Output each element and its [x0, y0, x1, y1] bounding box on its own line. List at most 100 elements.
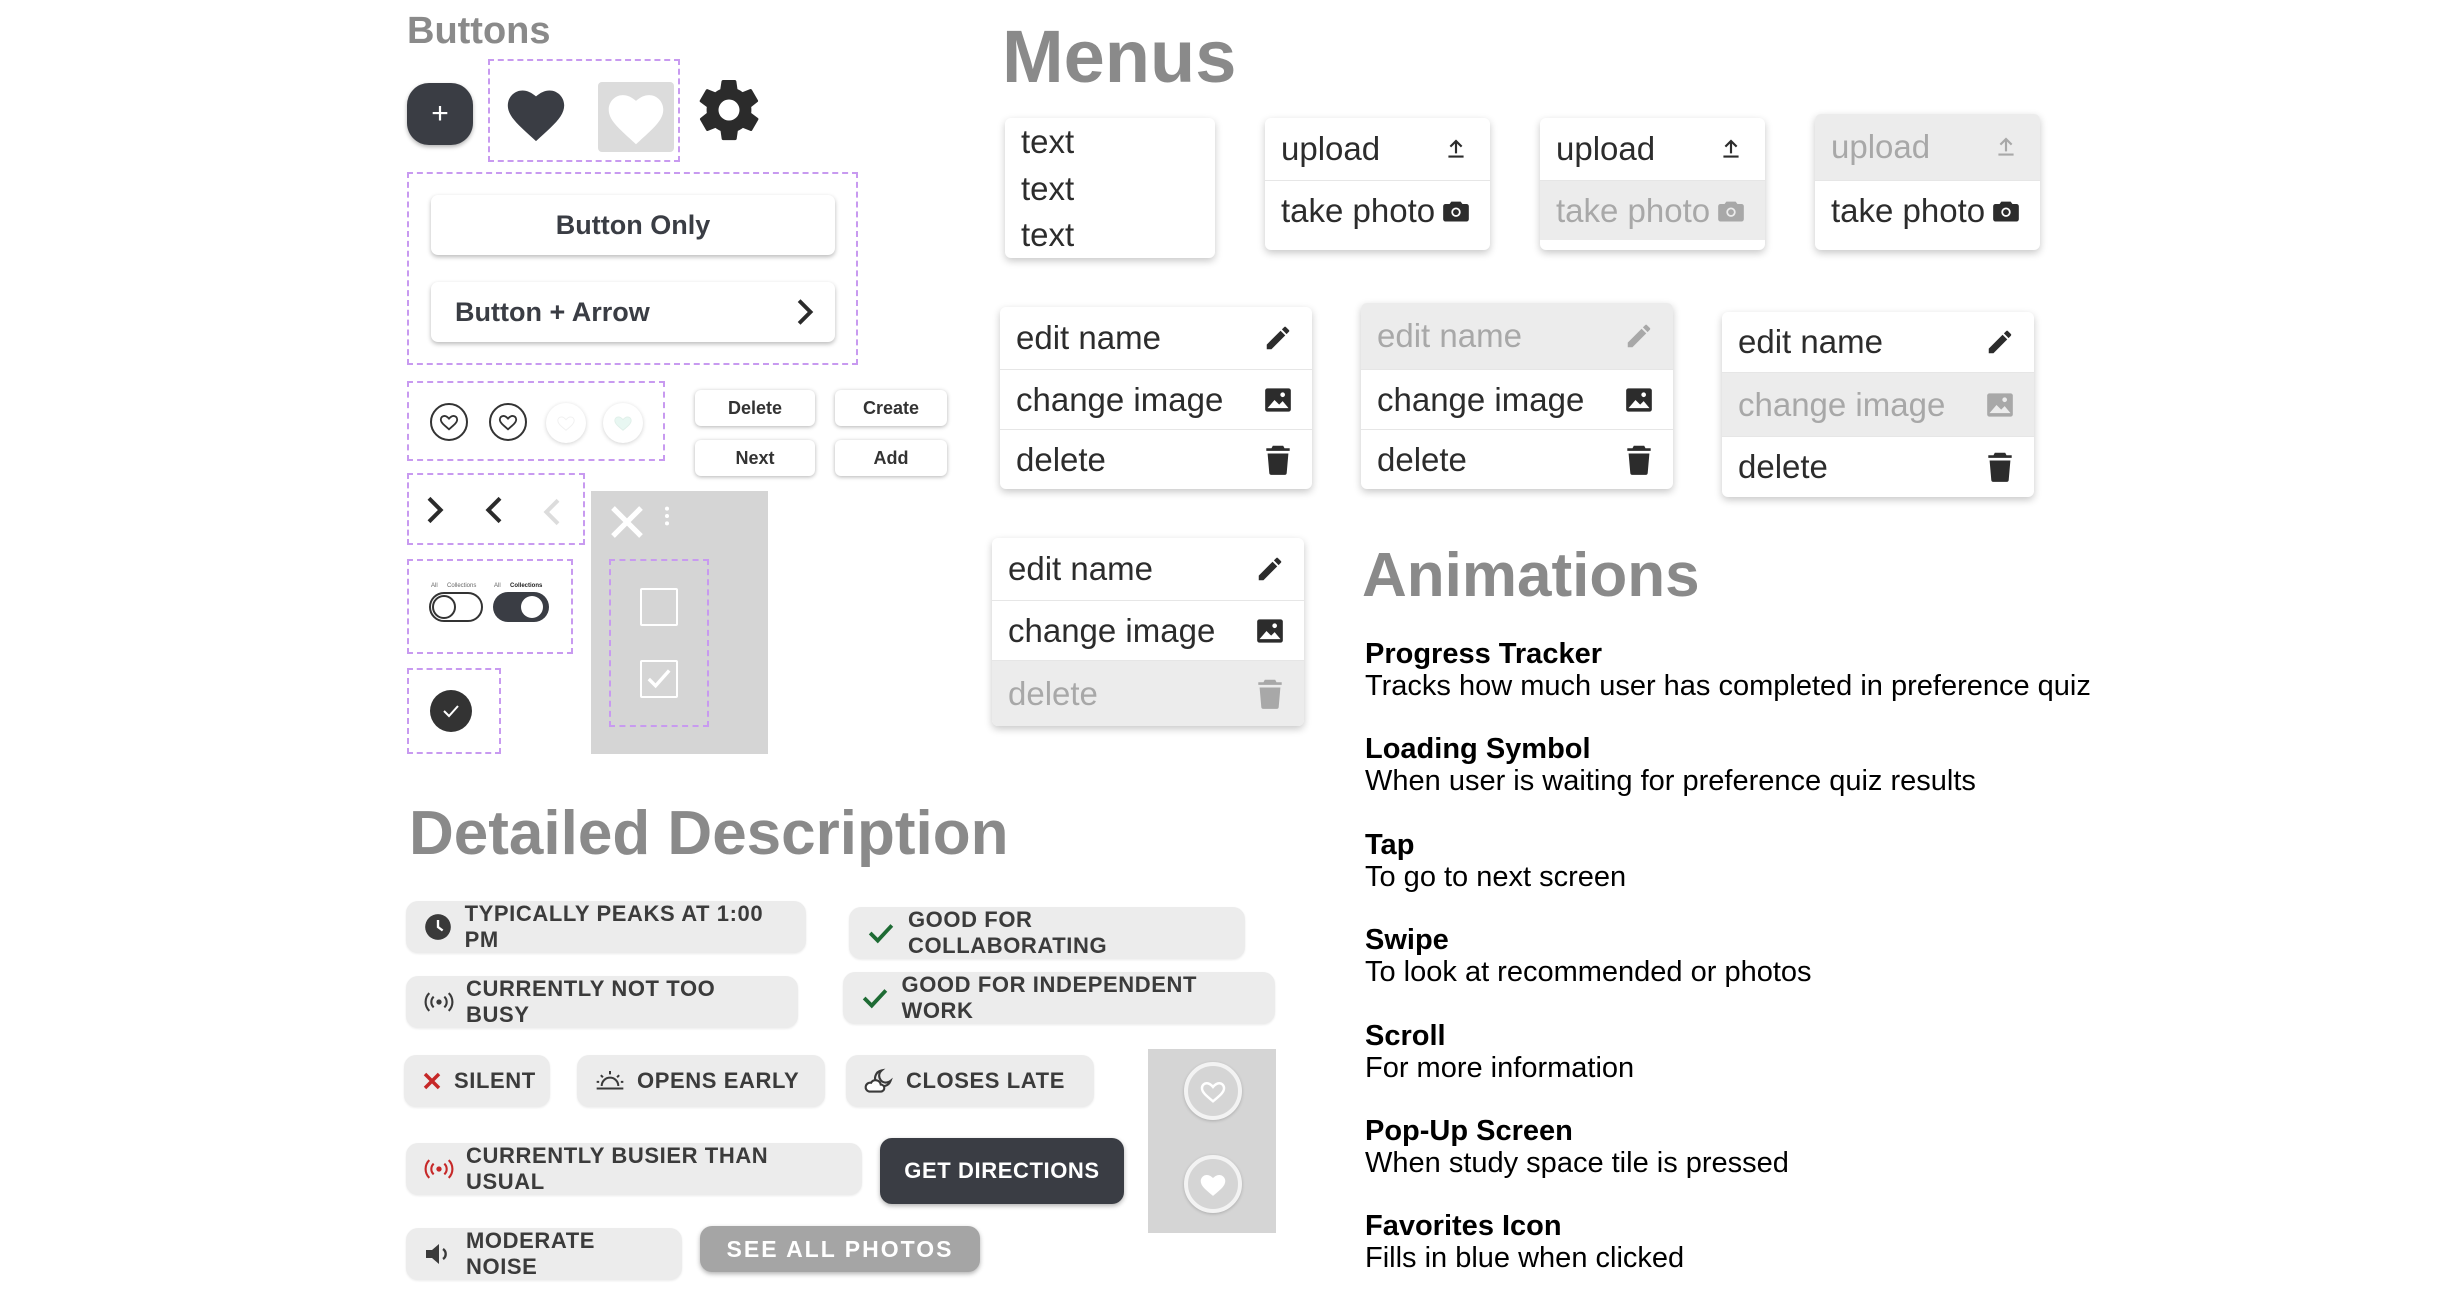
- close-icon[interactable]: [607, 502, 647, 542]
- change-image-item[interactable]: change image: [1722, 372, 2034, 436]
- upload-label: upload: [1831, 128, 1931, 165]
- button-arrow-label: Button + Arrow: [455, 296, 650, 327]
- checkbox-group: [609, 559, 709, 727]
- delete-button[interactable]: Delete: [695, 390, 815, 426]
- edit-name-item[interactable]: edit name: [1722, 312, 2034, 372]
- delete-item[interactable]: delete: [1722, 436, 2034, 496]
- edit-name-label: edit name: [1738, 323, 1883, 360]
- delete-button-label: Delete: [727, 397, 783, 418]
- menu-item-label: text: [1021, 216, 1075, 253]
- edit-name-item[interactable]: edit name: [992, 538, 1304, 600]
- gear-icon[interactable]: [693, 74, 765, 146]
- add-button[interactable]: Add: [835, 440, 947, 476]
- checkbox-checked[interactable]: [640, 660, 678, 698]
- change-image-item[interactable]: change image: [992, 600, 1304, 660]
- animation-desc: For more information: [1365, 1052, 1635, 1084]
- upload-menu: upload take photo: [1540, 118, 1765, 250]
- edit-name-item[interactable]: edit name: [1000, 307, 1312, 369]
- edit-name-item[interactable]: edit name: [1361, 303, 1673, 369]
- pencil-icon: [1984, 326, 2016, 358]
- camera-icon: [1715, 195, 1747, 227]
- add-fab-button[interactable]: +: [407, 83, 473, 145]
- change-image-label: change image: [1377, 380, 1585, 418]
- sunrise-icon: [595, 1066, 625, 1096]
- menu-item[interactable]: text: [1005, 118, 1215, 166]
- get-directions-label: GET DIRECTIONS: [904, 1158, 1100, 1183]
- trash-icon: [1262, 444, 1294, 476]
- delete-item[interactable]: delete: [1361, 429, 1673, 489]
- trash-icon: [1254, 678, 1286, 710]
- kebab-icon[interactable]: [663, 505, 671, 527]
- change-image-item[interactable]: change image: [1361, 369, 1673, 429]
- clock-icon: [424, 912, 453, 942]
- moderate-noise-chip: MODERATE NOISE: [406, 1228, 682, 1280]
- add-button-label: Add: [873, 447, 909, 468]
- chevron-left-icon[interactable]: [485, 496, 505, 524]
- menu-item-label: text: [1021, 170, 1075, 207]
- animation-title: Loading Symbol: [1365, 733, 1591, 765]
- favorite-toggle[interactable]: [1184, 1155, 1242, 1213]
- upload-item[interactable]: upload: [1815, 114, 2040, 180]
- upload-item[interactable]: upload: [1540, 118, 1765, 180]
- next-button[interactable]: Next: [695, 440, 815, 476]
- toggle-on[interactable]: [493, 592, 549, 622]
- heart-outline-button[interactable]: [598, 82, 674, 152]
- take-photo-item[interactable]: take photo: [1265, 180, 1490, 240]
- collab-chip: GOOD FOR COLLABORATING: [849, 907, 1245, 959]
- animation-desc: When user is waiting for preference quiz…: [1365, 765, 1976, 797]
- delete-item[interactable]: delete: [1000, 429, 1312, 489]
- peaks-label: TYPICALLY PEAKS AT 1:00 PM: [464, 901, 764, 952]
- broadcast-icon: [424, 987, 454, 1017]
- button-only-label: Button Only: [555, 209, 711, 240]
- heart-circle-button[interactable]: [430, 403, 468, 441]
- heart-circle-button[interactable]: [489, 403, 527, 441]
- busier-label: CURRENTLY BUSIER THAN USUAL: [466, 1143, 769, 1194]
- checkbox-unchecked[interactable]: [640, 588, 678, 626]
- heart-outline-icon: [498, 414, 518, 431]
- menu-item[interactable]: text: [1005, 212, 1215, 258]
- toggle-off[interactable]: [429, 592, 483, 622]
- favorite-toggle[interactable]: [1184, 1062, 1242, 1120]
- animations-heading: Animations: [1362, 541, 1700, 610]
- toggle-label-collections: Collections: [510, 583, 543, 589]
- heart-white-icon: [608, 95, 664, 145]
- chevron-right-icon[interactable]: [424, 496, 444, 524]
- heart-circle-button[interactable]: [546, 403, 586, 443]
- check-icon: [647, 669, 671, 689]
- text-menu: text text text: [1005, 118, 1215, 258]
- closes-late-chip: CLOSES LATE: [846, 1055, 1094, 1107]
- delete-label: delete: [1738, 447, 1828, 485]
- upload-item[interactable]: upload: [1265, 118, 1490, 180]
- plus-icon: +: [431, 97, 449, 130]
- button-arrow[interactable]: Button + Arrow: [431, 282, 835, 342]
- change-image-item[interactable]: change image: [1000, 369, 1312, 429]
- toggle-label-all: All: [431, 583, 438, 589]
- take-photo-label: take photo: [1831, 191, 1986, 229]
- next-button-label: Next: [735, 447, 775, 468]
- see-all-photos-button[interactable]: SEE ALL PHOTOS: [700, 1226, 980, 1272]
- take-photo-item[interactable]: take photo: [1540, 180, 1765, 240]
- upload-icon: [1440, 133, 1472, 165]
- heart-outline-icon: [1200, 1081, 1226, 1103]
- independent-label: GOOD FOR INDEPENDENT WORK: [901, 972, 1198, 1023]
- button-only[interactable]: Button Only: [431, 195, 835, 255]
- menu-item[interactable]: text: [1005, 166, 1215, 212]
- speaker-icon: [424, 1239, 454, 1269]
- create-button[interactable]: Create: [835, 390, 947, 426]
- delete-item[interactable]: delete: [992, 660, 1304, 726]
- upload-label: upload: [1556, 130, 1656, 167]
- heart-filled-icon[interactable]: [502, 82, 570, 144]
- heart-circle-button[interactable]: [603, 403, 643, 443]
- check-circle-button[interactable]: [430, 690, 472, 732]
- get-directions-button[interactable]: GET DIRECTIONS: [880, 1138, 1124, 1204]
- broadcast-icon: [424, 1154, 454, 1184]
- upload-icon: [1715, 133, 1747, 165]
- take-photo-label: take photo: [1556, 191, 1711, 229]
- delete-label: delete: [1008, 674, 1098, 712]
- chevron-left-disabled-icon[interactable]: [543, 498, 563, 526]
- take-photo-item[interactable]: take photo: [1815, 180, 2040, 240]
- animation-desc: Fills in blue when clicked: [1365, 1242, 1685, 1274]
- edit-menu: edit name change image delete: [1361, 303, 1673, 489]
- moon-cloud-icon: [864, 1066, 894, 1096]
- opens-early-chip: OPENS EARLY: [577, 1055, 825, 1107]
